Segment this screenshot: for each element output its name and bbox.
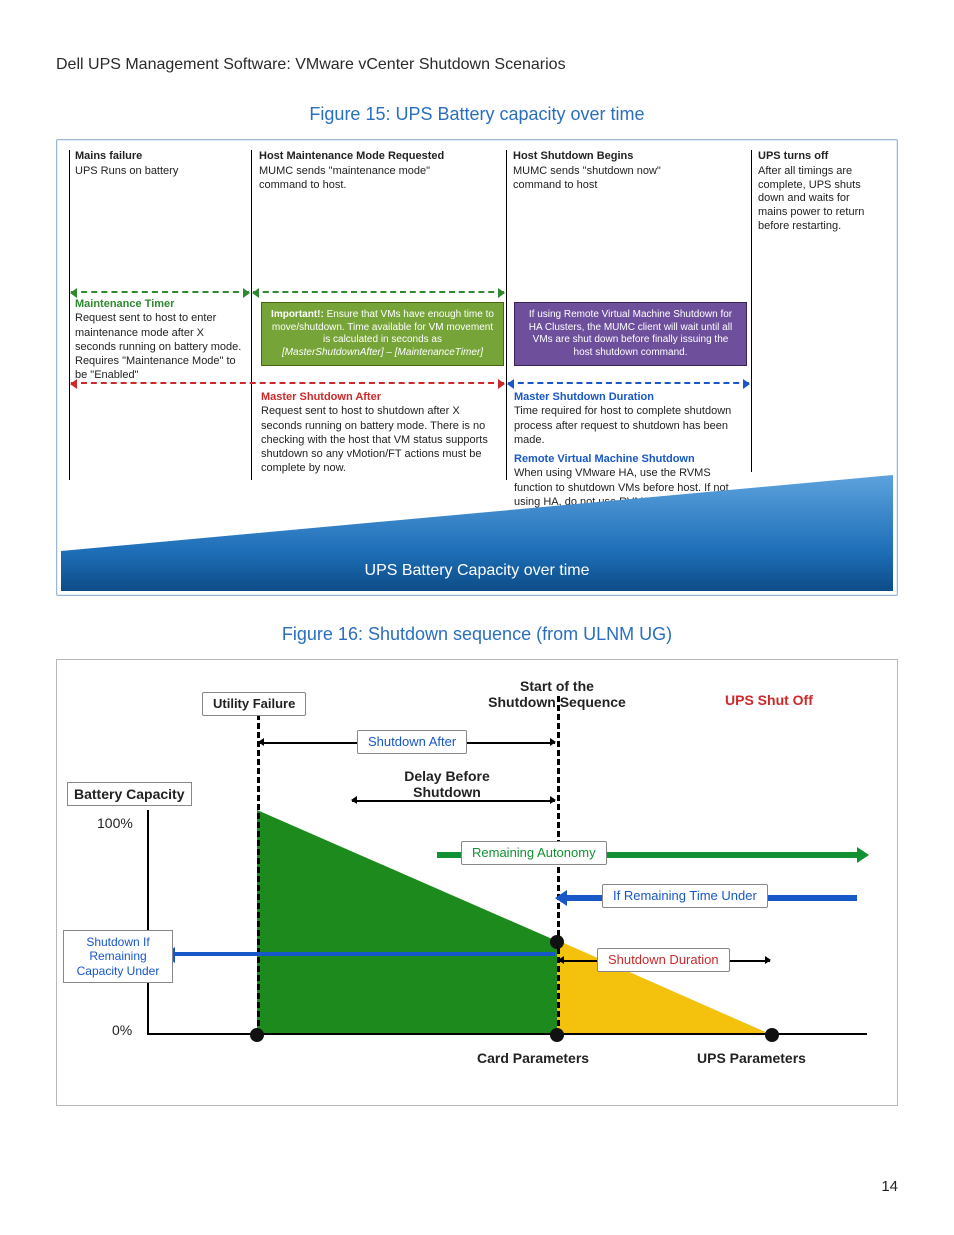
range-master-shutdown-duration — [508, 382, 749, 384]
note-master-shutdown-after: Master Shutdown After Request sent to ho… — [261, 390, 501, 476]
label-start-sequence: Start of the Shutdown Sequence — [487, 678, 627, 710]
figure-16-caption: Figure 16: Shutdown sequence (from ULNM … — [56, 624, 898, 645]
event-title: UPS turns off — [758, 150, 878, 164]
event-mains-failure: Mains failure UPS Runs on battery — [75, 150, 240, 179]
note-lead: Important!: — [271, 309, 324, 320]
dot-utility-failure — [250, 1028, 264, 1042]
event-body: MUMC sends "shutdown now" command to hos… — [513, 165, 661, 191]
range-vm-move-window — [253, 291, 504, 293]
note-body: If using Remote Virtual Machine Shutdown… — [529, 309, 732, 358]
battery-band-label: UPS Battery Capacity over time — [61, 551, 893, 591]
phase-line — [251, 150, 252, 480]
dot-sequence-start — [550, 1028, 564, 1042]
page-header: Dell UPS Management Software: VMware vCe… — [56, 56, 898, 74]
label-card-parameters: Card Parameters — [477, 1050, 589, 1066]
note-title: Master Shutdown After — [261, 391, 381, 403]
event-title: Host Maintenance Mode Requested — [259, 150, 459, 164]
tick-100: 100% — [97, 815, 133, 831]
arrow-shutdown-if-capacity — [175, 952, 555, 956]
dashline-utility-failure — [257, 696, 260, 1035]
label-line: Capacity Under — [77, 964, 160, 978]
note-formula: [MasterShutdownAfter] – [MaintenanceTime… — [282, 347, 483, 358]
tick-0: 0% — [112, 1022, 132, 1038]
note-title: Remote Virtual Machine Shutdown — [514, 453, 695, 465]
dashline-shutdown-start — [557, 696, 560, 1035]
y-axis — [147, 810, 149, 1035]
label-ups-parameters: UPS Parameters — [697, 1050, 806, 1066]
note-body: Time required for host to complete shutd… — [514, 405, 731, 446]
phase-line — [751, 150, 752, 472]
note-important: Important!: Ensure that VMs have enough … — [261, 302, 504, 366]
event-host-maintenance: Host Maintenance Mode Requested MUMC sen… — [259, 150, 459, 192]
label-if-remaining: If Remaining Time Under — [602, 884, 768, 908]
note-body: Request sent to host to enter maintenanc… — [75, 312, 241, 381]
event-body: UPS Runs on battery — [75, 165, 178, 177]
document-page: Dell UPS Management Software: VMware vCe… — [0, 0, 954, 1235]
label-line: Delay Before — [404, 768, 490, 784]
note-rvms-ha: If using Remote Virtual Machine Shutdown… — [514, 302, 747, 366]
label-shutdown-duration: Shutdown Duration — [597, 948, 730, 972]
range-maintenance-timer — [71, 291, 249, 293]
label-battery-capacity: Battery Capacity — [67, 782, 192, 806]
dot-sequence-start-on-curve — [550, 935, 564, 949]
label-remaining-autonomy: Remaining Autonomy — [461, 841, 607, 865]
note-body: Request sent to host to shutdown after X… — [261, 405, 488, 474]
label-line: Remaining — [89, 949, 146, 963]
note-master-shutdown-duration: Master Shutdown Duration Time required f… — [514, 390, 734, 447]
event-title: Host Shutdown Begins — [513, 150, 693, 164]
note-title: Maintenance Timer — [75, 298, 174, 310]
phase-line — [506, 150, 507, 480]
label-line: Shutdown If — [86, 935, 149, 949]
label-ups-shut-off: UPS Shut Off — [725, 692, 813, 708]
label-shutdown-if-capacity: Shutdown If Remaining Capacity Under — [63, 930, 173, 983]
battery-sweep — [61, 475, 893, 551]
phase-line — [69, 150, 70, 480]
dot-ups-off — [765, 1028, 779, 1042]
label-utility-failure: Utility Failure — [202, 692, 306, 716]
label-line: Shutdown Sequence — [488, 694, 626, 710]
figure-16: Utility Failure Start of the Shutdown Se… — [56, 659, 898, 1106]
label-line: Start of the — [520, 678, 594, 694]
figure-15: Mains failure UPS Runs on battery Host M… — [56, 139, 898, 596]
event-body: After all timings are complete, UPS shut… — [758, 165, 864, 232]
range-master-shutdown-after — [71, 382, 504, 384]
event-ups-off: UPS turns off After all timings are comp… — [758, 150, 878, 234]
note-maintenance-timer: Maintenance Timer Request sent to host t… — [75, 297, 245, 383]
note-title: Master Shutdown Duration — [514, 391, 654, 403]
event-body: MUMC sends "maintenance mode" command to… — [259, 165, 430, 191]
page-number: 14 — [881, 1178, 898, 1195]
bar-delay-before — [352, 800, 555, 802]
event-title: Mains failure — [75, 150, 240, 164]
figure-15-caption: Figure 15: UPS Battery capacity over tim… — [56, 104, 898, 125]
label-delay-before: Delay Before Shutdown — [387, 768, 507, 800]
label-shutdown-after: Shutdown After — [357, 730, 467, 754]
event-host-shutdown: Host Shutdown Begins MUMC sends "shutdow… — [513, 150, 693, 192]
label-line: Shutdown — [413, 784, 481, 800]
